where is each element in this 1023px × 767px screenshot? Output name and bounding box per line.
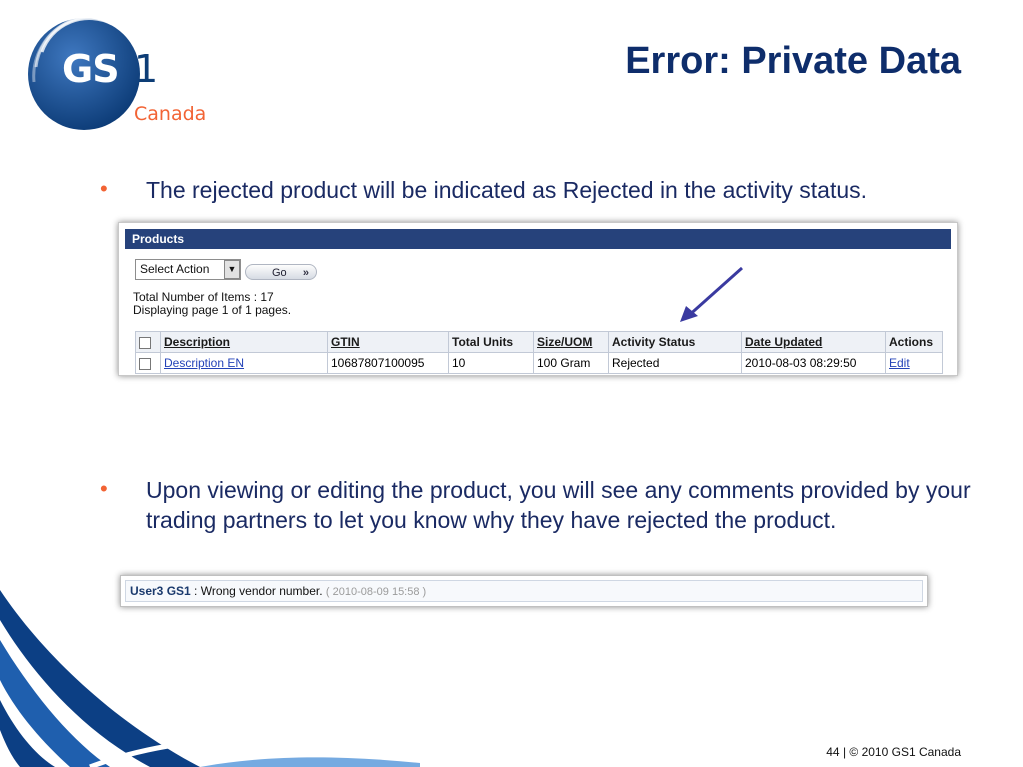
bullet-marker: • <box>100 476 108 501</box>
column-actions: Actions <box>885 331 943 353</box>
chevron-down-icon: ▼ <box>224 260 240 279</box>
page-number: 44 <box>826 745 840 759</box>
column-size-uom[interactable]: Size/UOM <box>533 331 609 353</box>
decorative-swoosh <box>0 590 420 767</box>
slide-title: Error: Private Data <box>625 40 961 82</box>
column-date-updated[interactable]: Date Updated <box>741 331 886 353</box>
row-checkbox[interactable] <box>139 357 151 370</box>
table-header-row: Description GTIN Total Units Size/UOM Ac… <box>135 331 943 353</box>
select-all-checkbox[interactable] <box>139 336 151 349</box>
cell-date-updated: 2010-08-03 08:29:50 <box>741 352 886 374</box>
items-summary: Total Number of Items : 17 Displaying pa… <box>133 291 291 317</box>
column-activity-status: Activity Status <box>608 331 742 353</box>
column-gtin[interactable]: GTIN <box>327 331 449 353</box>
select-action-dropdown[interactable]: Select Action ▼ <box>135 259 241 280</box>
cell-gtin: 10687807100095 <box>327 352 449 374</box>
bullet-text-1: The rejected product will be indicated a… <box>146 177 868 203</box>
edit-link[interactable]: Edit <box>889 356 910 370</box>
products-table: Description GTIN Total Units Size/UOM Ac… <box>135 331 943 374</box>
column-description[interactable]: Description <box>160 331 328 353</box>
panel-header: Products <box>125 229 951 249</box>
pointer-arrow-icon <box>680 266 743 322</box>
bullet-text-2: Upon viewing or editing the product, you… <box>146 477 971 533</box>
row-checkbox-cell <box>135 352 161 374</box>
footer: 44 | © 2010 GS1 Canada <box>826 745 961 759</box>
bullet-marker: • <box>100 176 108 201</box>
cell-activity-status: Rejected <box>608 352 742 374</box>
cell-actions: Edit <box>885 352 943 374</box>
select-all-checkbox-cell <box>135 331 161 353</box>
cell-size-uom: 100 Gram <box>533 352 609 374</box>
displaying-pages: Displaying page 1 of 1 pages. <box>133 303 292 317</box>
description-link[interactable]: Description EN <box>164 356 244 370</box>
go-button[interactable]: Go » <box>245 264 317 280</box>
table-row: Description EN 10687807100095 10 100 Gra… <box>135 352 943 374</box>
gs1-canada-logo: GS 1 Canada <box>22 12 222 142</box>
copyright: | © 2010 GS1 Canada <box>842 745 961 759</box>
cell-description: Description EN <box>160 352 328 374</box>
products-panel: Products Select Action ▼ Go » Total Numb… <box>118 222 958 376</box>
column-total-units: Total Units <box>448 331 534 353</box>
cell-total-units: 10 <box>448 352 534 374</box>
double-chevron-right-icon: » <box>302 267 309 279</box>
